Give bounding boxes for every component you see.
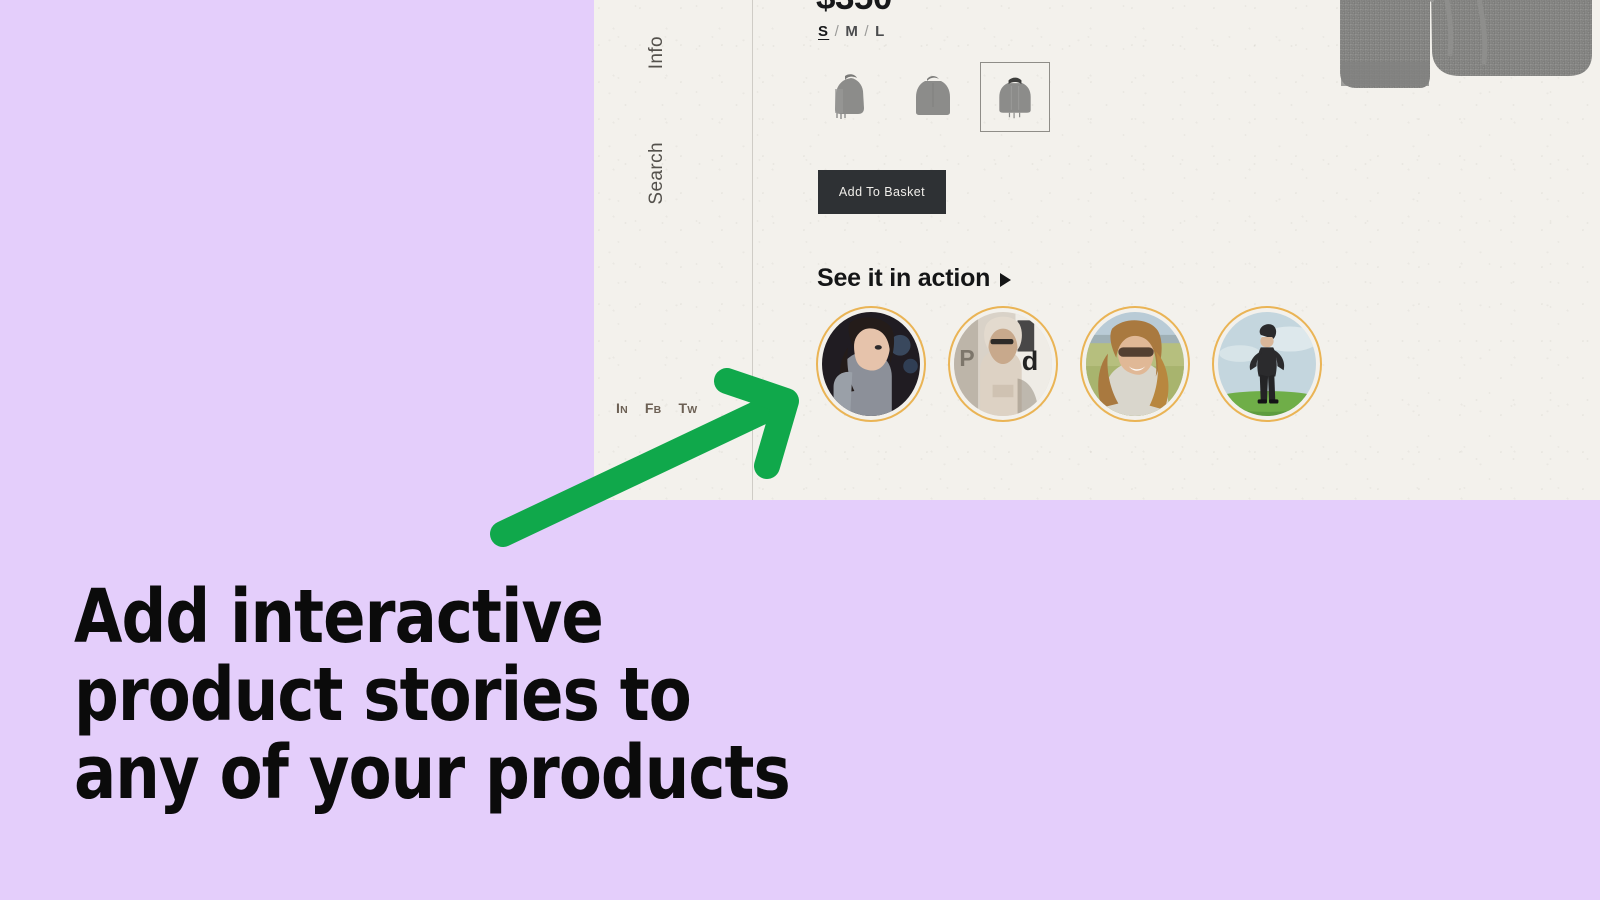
social-facebook-initial: F (644, 400, 654, 416)
social-twitter-suffix: w (687, 404, 698, 416)
size-option-m[interactable]: M (845, 23, 859, 40)
social-facebook-suffix: b (653, 404, 662, 416)
size-selector: S / M / L (818, 23, 886, 40)
product-page-panel: Info Search In Fb Tw $350 S / M (594, 0, 1600, 500)
story-circle-3[interactable] (1080, 306, 1190, 422)
product-thumbnail-3[interactable] (980, 62, 1050, 132)
size-separator-1: / (834, 23, 840, 40)
story-circle-1[interactable] (816, 306, 926, 422)
screenshot-canvas: Info Search In Fb Tw $350 S / M (0, 0, 1600, 900)
product-price: $350 (816, 0, 892, 18)
product-thumbnail-2[interactable] (898, 62, 968, 132)
size-option-l[interactable]: L (875, 23, 885, 40)
stories-heading-row: See it in action (817, 264, 1012, 293)
social-link-facebook[interactable]: Fb (645, 400, 662, 416)
caption-line-3: any of your products (74, 730, 791, 816)
site-left-rail: Info Search In Fb Tw (594, 0, 752, 500)
product-thumbnail-row (816, 62, 1050, 132)
caption-line-2: product stories to (74, 652, 692, 738)
story-thumbnail-1 (822, 312, 920, 416)
story-circle-4[interactable] (1212, 306, 1322, 422)
social-instagram-suffix: n (620, 404, 628, 416)
svg-text:P: P (959, 345, 974, 371)
size-separator-2: / (864, 23, 870, 40)
story-thumbnail-4 (1218, 312, 1316, 416)
social-links: In Fb Tw (616, 400, 697, 416)
size-option-s[interactable]: S (818, 23, 829, 40)
social-twitter-initial: T (678, 400, 688, 416)
caption-line-1: Add interactive (74, 574, 604, 660)
rail-divider (752, 0, 753, 500)
social-link-twitter[interactable]: Tw (678, 400, 697, 416)
add-to-basket-button[interactable]: Add To Basket (818, 170, 946, 214)
rail-link-search[interactable]: Search (646, 142, 668, 205)
svg-text:d: d (1022, 346, 1039, 376)
social-link-instagram[interactable]: In (616, 400, 628, 416)
story-circles-row: d P (816, 306, 1322, 422)
stories-heading: See it in action (817, 264, 991, 292)
story-circle-2[interactable]: d P (948, 306, 1058, 422)
hero-product-photo (1300, 0, 1600, 164)
rail-link-info[interactable]: Info (646, 36, 668, 69)
product-thumbnail-1[interactable] (816, 62, 886, 132)
story-thumbnail-3 (1086, 312, 1184, 416)
caption-headline: Add interactive product stories to any o… (74, 578, 807, 812)
story-thumbnail-2: d P (954, 312, 1052, 416)
play-triangle-icon[interactable] (1000, 272, 1012, 287)
